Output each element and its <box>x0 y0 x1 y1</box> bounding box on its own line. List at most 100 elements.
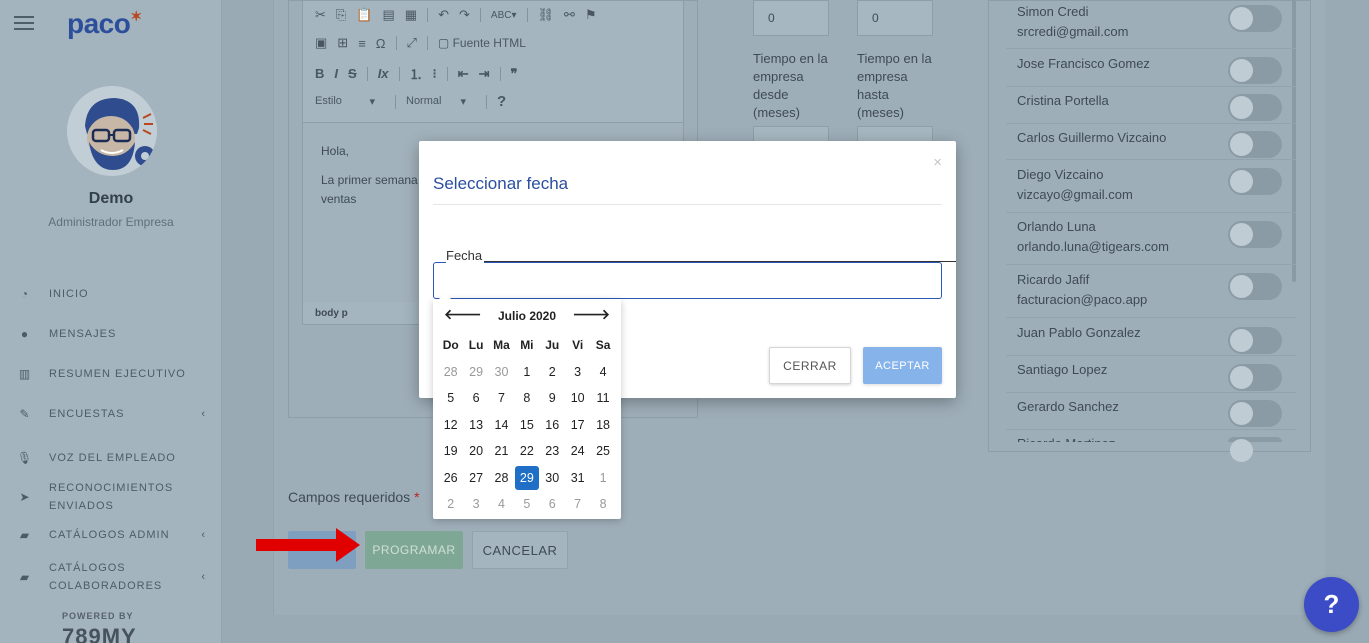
calendar-day[interactable]: 12 <box>438 412 463 439</box>
calendar-day[interactable]: 20 <box>463 438 488 465</box>
contact-toggle[interactable] <box>1228 327 1282 354</box>
fecha-input[interactable] <box>433 262 942 299</box>
programar-button[interactable]: PROGRAMAR <box>365 531 463 569</box>
calendar-day[interactable]: 25 <box>590 438 615 465</box>
calendar-day[interactable]: 18 <box>590 412 615 439</box>
hamburger-menu-icon[interactable] <box>14 16 34 30</box>
tiempo-hasta-input[interactable]: 0 <box>857 0 933 36</box>
link-icon[interactable]: ⛓ <box>538 7 555 23</box>
help-button[interactable]: ? <box>1304 577 1359 632</box>
bulleted-list-icon[interactable]: ⁝ <box>433 66 437 82</box>
calendar-day[interactable]: 24 <box>565 438 590 465</box>
cancelar-button[interactable]: CANCELAR <box>472 531 568 569</box>
undo-icon[interactable]: ↶ <box>438 7 449 23</box>
table-icon[interactable]: ⊞ <box>337 35 348 51</box>
contact-toggle[interactable] <box>1228 94 1282 121</box>
nav-item-inicio[interactable]: ◔ INICIO <box>14 285 214 303</box>
calendar-day[interactable]: 3 <box>463 491 488 518</box>
tiempo-desde-input[interactable]: 0 <box>753 0 829 36</box>
calendar-day[interactable]: 16 <box>540 412 565 439</box>
redo-icon[interactable]: ↷ <box>459 7 470 23</box>
selected-day[interactable]: 29 <box>515 465 539 490</box>
calendar-day[interactable]: 22 <box>514 438 539 465</box>
close-icon[interactable]: × <box>933 154 942 171</box>
calendar-day[interactable]: 3 <box>565 359 590 386</box>
nav-item-reconocimientos-enviados[interactable]: ➤ RECONOCIMIENTOS ENVIADOS <box>14 479 214 515</box>
nav-item-catalogos-admin[interactable]: ▰ CATÁLOGOS ADMIN ‹ <box>14 526 214 544</box>
app-logo[interactable]: paco✶ <box>67 8 142 40</box>
calendar-day[interactable]: 2 <box>540 359 565 386</box>
remove-format-icon[interactable]: Ix <box>378 66 389 81</box>
spellcheck-icon[interactable]: ABC▾ <box>491 10 517 21</box>
calendar-day[interactable]: 5 <box>514 491 539 518</box>
nav-item-catalogos-colaboradores[interactable]: ▰ CATÁLOGOS COLABORADORES ‹ <box>14 559 214 595</box>
calendar-day[interactable]: 4 <box>489 491 514 518</box>
calendar-day[interactable]: 30 <box>489 359 514 386</box>
numbered-list-icon[interactable]: ⒈ <box>410 64 423 83</box>
horizontal-line-icon[interactable]: ≡ <box>358 36 366 51</box>
nav-item-mensajes[interactable]: ● MENSAJES <box>14 325 214 343</box>
avatar[interactable] <box>67 86 157 176</box>
aceptar-button[interactable]: ACEPTAR <box>863 347 942 384</box>
nav-item-voz-del-empleado[interactable]: 🎙 VOZ DEL EMPLEADO <box>14 449 214 467</box>
calendar-day[interactable]: 21 <box>489 438 514 465</box>
outdent-icon[interactable]: ⇤ <box>458 66 469 82</box>
format-select[interactable]: Normal ▾ <box>406 95 476 108</box>
calendar-day[interactable]: 11 <box>590 385 615 412</box>
calendar-day[interactable]: 6 <box>540 491 565 518</box>
calendar-day[interactable]: 7 <box>489 385 514 412</box>
source-html-button[interactable]: ▢ Fuente HTML <box>438 36 536 50</box>
contact-toggle[interactable] <box>1228 437 1282 462</box>
style-select[interactable]: Estilo ▾ <box>315 95 385 108</box>
calendar-day[interactable]: 6 <box>463 385 488 412</box>
calendar-day[interactable]: 17 <box>565 412 590 439</box>
help-icon[interactable]: ? <box>497 93 506 110</box>
nav-item-resumen-ejecutivo[interactable]: ▥ RESUMEN EJECUTIVO <box>14 365 214 383</box>
indent-icon[interactable]: ⇥ <box>479 66 490 82</box>
calendar-day[interactable]: 2 <box>438 491 463 518</box>
strikethrough-icon[interactable]: S <box>348 66 357 81</box>
unlink-icon[interactable]: ⚯ <box>564 7 575 23</box>
cut-icon[interactable]: ✂ <box>315 7 326 23</box>
calendar-day[interactable]: 13 <box>463 412 488 439</box>
calendar-day[interactable]: 28 <box>489 465 514 492</box>
maximize-icon[interactable]: ⤢ <box>407 35 417 51</box>
paste-icon[interactable]: 📋 <box>356 7 372 23</box>
arrow-right-icon[interactable]: 🡒 <box>572 306 610 323</box>
calendar-day[interactable]: 1 <box>590 465 615 492</box>
calendar-day[interactable]: 19 <box>438 438 463 465</box>
nav-item-encuestas[interactable]: ✎ ENCUESTAS ‹ <box>14 405 214 423</box>
image-icon[interactable]: ▣ <box>315 35 327 51</box>
calendar-day[interactable]: 10 <box>565 385 590 412</box>
contact-toggle[interactable] <box>1228 364 1282 391</box>
contact-toggle[interactable] <box>1228 221 1282 248</box>
blockquote-icon[interactable]: ❞ <box>511 66 518 82</box>
calendar-day[interactable]: 14 <box>489 412 514 439</box>
calendar-day[interactable]: 9 <box>540 385 565 412</box>
bold-icon[interactable]: B <box>315 66 324 81</box>
paste-text-icon[interactable]: ▤ <box>383 7 395 23</box>
contact-toggle[interactable] <box>1228 400 1282 427</box>
omega-icon[interactable]: Ω <box>376 36 386 51</box>
calendar-day[interactable]: 1 <box>514 359 539 386</box>
contact-toggle[interactable] <box>1228 57 1282 84</box>
contact-toggle[interactable] <box>1228 5 1282 32</box>
contact-toggle[interactable] <box>1228 168 1282 195</box>
italic-icon[interactable]: I <box>334 66 338 81</box>
calendar-day[interactable]: 4 <box>590 359 615 386</box>
calendar-day[interactable]: 23 <box>540 438 565 465</box>
calendar-day[interactable]: 7 <box>565 491 590 518</box>
flag-anchor-icon[interactable]: ⚑ <box>585 7 597 23</box>
calendar-day[interactable]: 8 <box>514 385 539 412</box>
calendar-day[interactable]: 29 <box>463 359 488 386</box>
copy-icon[interactable]: ⎘ <box>336 7 346 23</box>
calendar-day[interactable]: 31 <box>565 465 590 492</box>
calendar-day[interactable]: 27 <box>463 465 488 492</box>
calendar-day[interactable]: 8 <box>590 491 615 518</box>
contact-toggle[interactable] <box>1228 273 1282 300</box>
calendar-day[interactable]: 26 <box>438 465 463 492</box>
calendar-day[interactable]: 5 <box>438 385 463 412</box>
cerrar-button[interactable]: CERRAR <box>769 347 851 384</box>
calendar-day[interactable]: 15 <box>514 412 539 439</box>
paste-word-icon[interactable]: ▦ <box>405 7 417 23</box>
